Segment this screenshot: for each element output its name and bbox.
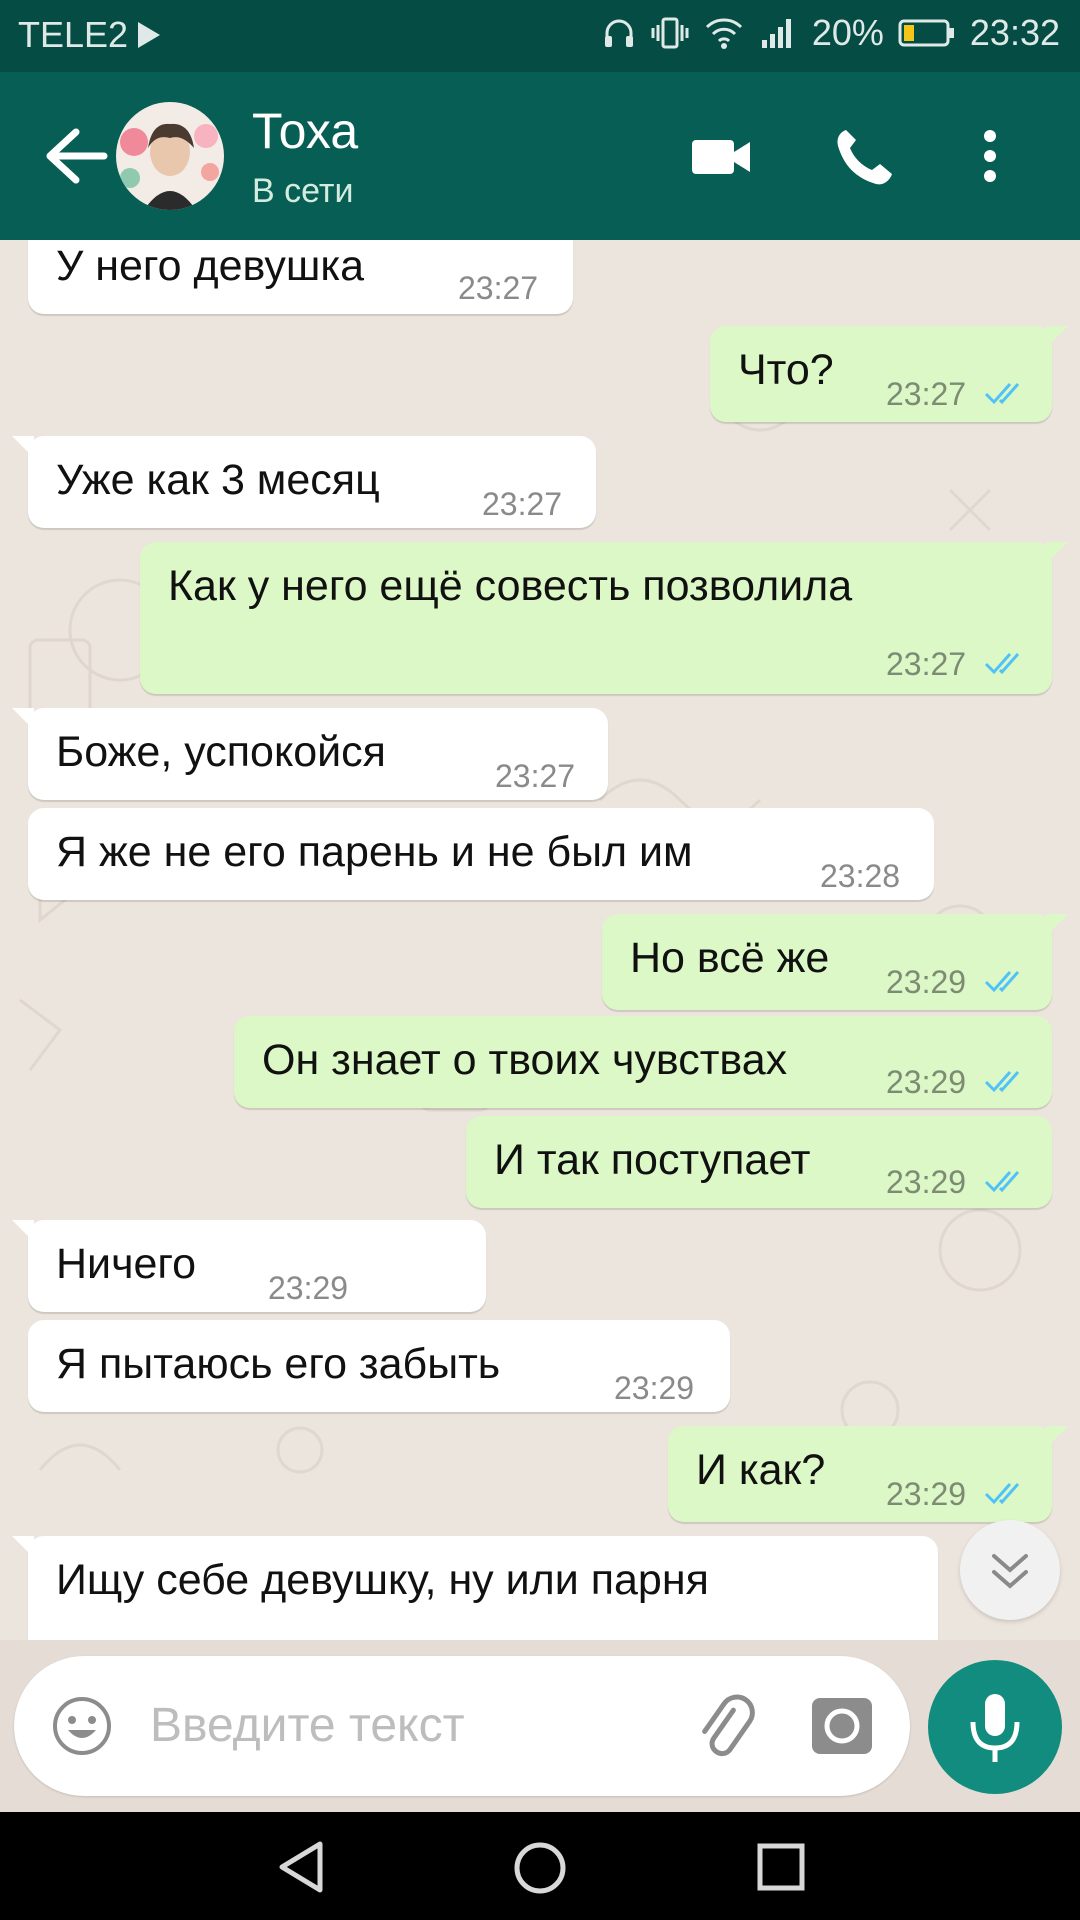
video-call-icon[interactable] [690, 124, 754, 188]
wifi-icon [705, 18, 742, 49]
signal-icon [761, 19, 791, 48]
message-time: 23:28 [820, 858, 901, 894]
message-outgoing[interactable]: Он знает о твоих чувствах 23:29 [234, 1016, 1052, 1108]
scroll-to-bottom-button[interactable] [960, 1520, 1060, 1620]
back-arrow-icon[interactable] [42, 126, 108, 186]
headphones-icon [604, 19, 633, 47]
emoji-icon[interactable] [50, 1694, 114, 1758]
nav-back-icon[interactable] [276, 1840, 328, 1894]
double-chevron-down-icon [992, 1554, 1028, 1589]
chat-area[interactable]: У него девушка 23:27 Что? 23:27 Уже как … [0, 240, 1080, 1640]
attach-paperclip-icon[interactable] [690, 1692, 758, 1760]
message-outgoing[interactable]: И как? 23:29 [668, 1426, 1068, 1522]
contact-status: В сети [252, 172, 354, 210]
contact-name[interactable]: Тоха [252, 102, 358, 160]
message-time: 23:29 [268, 1270, 349, 1306]
play-icon [138, 22, 161, 48]
phone-call-icon[interactable] [832, 124, 896, 188]
status-bar: TELE2 20% 23:32 [0, 0, 1080, 72]
message-time: 23:27 [495, 758, 576, 794]
message-outgoing[interactable]: Как у него ещё совесть позволила 23:27 [140, 542, 1068, 694]
message-incoming[interactable]: Ищу себе девушку, ну или парня [12, 1536, 938, 1640]
avatar[interactable] [116, 102, 224, 210]
nav-home-icon[interactable] [512, 1840, 568, 1896]
message-incoming[interactable]: Ничего 23:29 [12, 1220, 486, 1312]
message-time: 23:27 [458, 270, 539, 306]
message-input[interactable]: Введите текст [150, 1698, 465, 1753]
double-check-icon [984, 1483, 1020, 1505]
message-time: 23:29 [886, 1064, 967, 1100]
voice-record-button[interactable] [928, 1660, 1062, 1794]
chat-header: Тоха В сети [0, 72, 1080, 240]
message-time: 23:27 [886, 376, 967, 412]
battery-icon [898, 19, 954, 47]
message-time: 23:29 [886, 964, 967, 1000]
battery-percent: 20% [811, 12, 884, 53]
message-composer[interactable]: Введите текст [14, 1656, 910, 1796]
message-time: 23:29 [886, 1164, 967, 1200]
system-nav-bar [0, 1812, 1080, 1920]
message-outgoing[interactable]: Что? 23:27 [710, 326, 1068, 422]
message-incoming[interactable]: У него девушка 23:27 [28, 240, 573, 314]
message-incoming[interactable]: Уже как 3 месяц 23:27 [12, 436, 596, 528]
double-check-icon [984, 1171, 1020, 1193]
double-check-icon [984, 383, 1020, 405]
clock: 23:32 [969, 12, 1060, 53]
nav-recents-icon[interactable] [756, 1842, 806, 1892]
message-outgoing[interactable]: И так поступает 23:29 [466, 1116, 1052, 1208]
message-time: 23:27 [482, 486, 563, 522]
double-check-icon [984, 971, 1020, 993]
message-time: 23:29 [886, 1476, 967, 1512]
message-incoming[interactable]: Я пытаюсь его забыть 23:29 [28, 1320, 730, 1412]
message-outgoing[interactable]: Но всё же 23:29 [602, 914, 1068, 1010]
more-options-icon[interactable] [978, 124, 1002, 188]
message-time: 23:27 [886, 646, 967, 682]
message-incoming[interactable]: Боже, успокойся 23:27 [12, 708, 608, 800]
vibrate-icon [651, 17, 689, 49]
microphone-icon [970, 1694, 1020, 1762]
double-check-icon [984, 653, 1020, 675]
carrier-label: TELE2 [18, 14, 129, 55]
double-check-icon [984, 1071, 1020, 1093]
message-time: 23:29 [614, 1370, 695, 1406]
message-incoming[interactable]: Я же не его парень и не был им 23:28 [28, 808, 934, 900]
camera-icon[interactable] [810, 1696, 874, 1756]
